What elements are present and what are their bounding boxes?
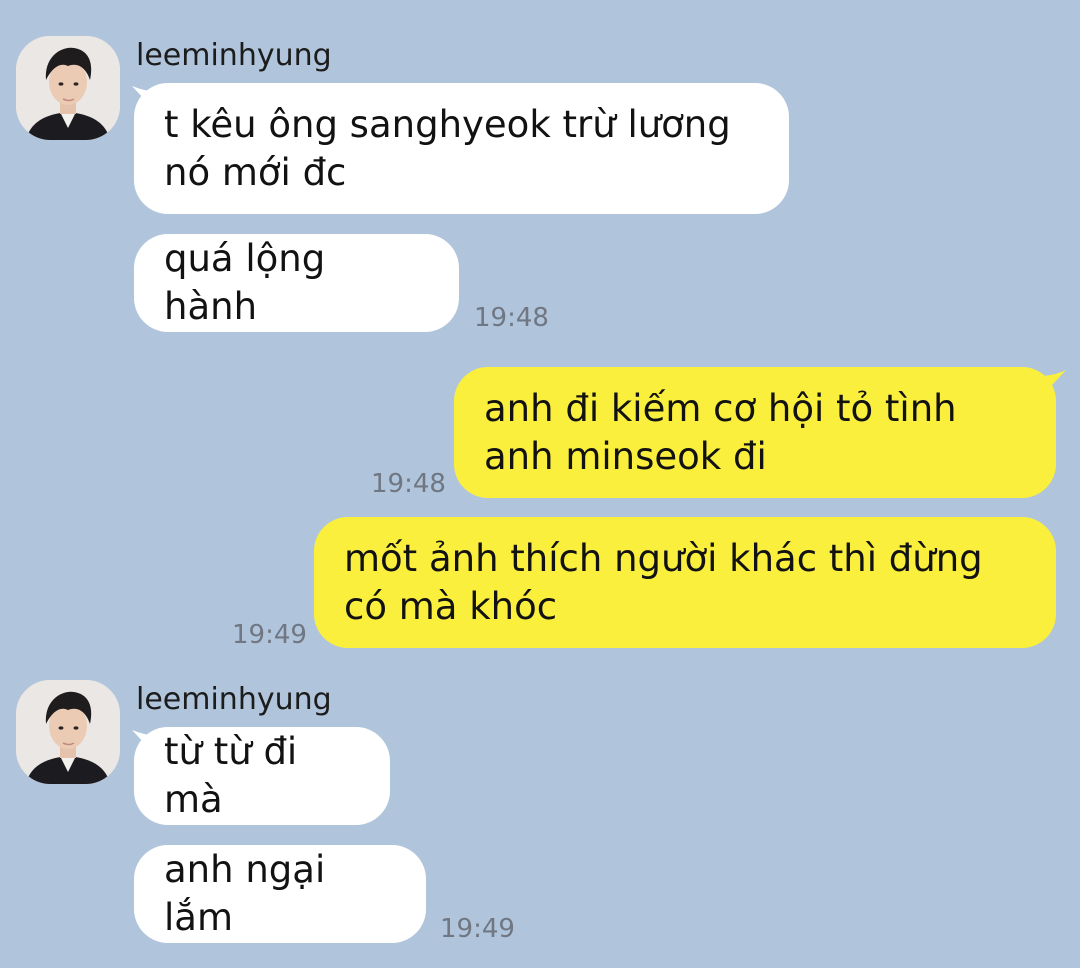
message-timestamp: 19:49 [440, 914, 515, 944]
message-bubble-incoming[interactable]: t kêu ông sanghyeok trừ lương nó mới đc [134, 83, 789, 214]
sender-name: leeminhyung [136, 682, 332, 717]
sender-name: leeminhyung [136, 38, 332, 73]
message-bubble-outgoing[interactable]: anh đi kiếm cơ hội tỏ tình anh minseok đ… [454, 367, 1056, 498]
message-bubble-incoming[interactable]: anh ngại lắm [134, 845, 426, 943]
message-text: anh đi kiếm cơ hội tỏ tình anh minseok đ… [484, 386, 957, 478]
chat-message-list: leeminhyung t kêu ông sanghyeok trừ lươn… [0, 0, 1080, 968]
avatar[interactable] [16, 680, 120, 784]
message-timestamp: 19:48 [371, 469, 446, 499]
message-bubble-outgoing[interactable]: mốt ảnh thích người khác thì đừng có mà … [314, 517, 1056, 648]
message-text: t kêu ông sanghyeok trừ lương nó mới đc [164, 102, 731, 194]
profile-photo-icon [16, 36, 120, 140]
message-timestamp: 19:48 [474, 303, 549, 333]
message-text: anh ngại lắm [164, 848, 326, 939]
profile-photo-icon [16, 680, 120, 784]
avatar[interactable] [16, 36, 120, 140]
bubble-tail [1040, 370, 1066, 398]
message-timestamp: 19:49 [232, 620, 307, 650]
message-bubble-incoming[interactable]: quá lộng hành [134, 234, 459, 332]
message-text: quá lộng hành [164, 237, 326, 328]
message-text: từ từ đi mà [164, 730, 298, 821]
message-text: mốt ảnh thích người khác thì đừng có mà … [344, 536, 983, 628]
message-bubble-incoming[interactable]: từ từ đi mà [134, 727, 390, 825]
